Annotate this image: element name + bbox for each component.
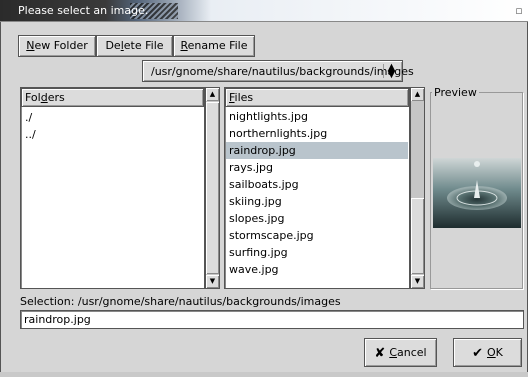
delete-file-button[interactable]: Delete File (96, 35, 173, 57)
cancel-button[interactable]: ✘ Cancel (364, 338, 437, 367)
close-icon[interactable]: ▫ (511, 4, 527, 18)
rename-file-button[interactable]: Rename File (173, 35, 255, 57)
ok-button[interactable]: ✔ OK (453, 338, 522, 367)
files-header-rest: iles (234, 91, 254, 104)
window-title: Please select an image. (18, 4, 149, 17)
cancel-x-icon: ✘ (374, 345, 386, 361)
path-value: /usr/gnome/share/nautilus/backgrounds/im… (151, 65, 414, 78)
cancel-mnemonic: C (389, 346, 397, 359)
file-item[interactable]: wave.jpg (226, 261, 408, 278)
file-item[interactable]: nightlights.jpg (226, 108, 408, 125)
folders-column-header[interactable]: Folders (21, 88, 204, 107)
ok-check-icon: ✔ (472, 345, 483, 361)
ok-label-rest: K (495, 346, 503, 359)
new-folder-label-rest: ew Folder (34, 39, 88, 52)
file-item-selected[interactable]: raindrop.jpg (226, 142, 408, 159)
scroll-down-arrow-icon[interactable]: ▼ (206, 275, 219, 288)
delete-label-rest: ete File (123, 39, 164, 52)
path-dropdown[interactable]: /usr/gnome/share/nautilus/backgrounds/im… (142, 60, 414, 82)
folders-header-pre: Fol (25, 91, 41, 104)
file-item[interactable]: slopes.jpg (226, 210, 408, 227)
scroll-up-arrow-icon[interactable]: ▲ (411, 88, 424, 101)
files-scroll-thumb[interactable] (411, 198, 424, 274)
new-folder-button[interactable]: New Folder (18, 35, 96, 57)
file-item[interactable]: rays.jpg (226, 159, 408, 176)
file-item[interactable]: sailboats.jpg (226, 176, 408, 193)
folders-scrollbar[interactable]: ▲ ▼ (205, 87, 220, 289)
folders-scroll-thumb[interactable] (206, 102, 219, 274)
file-item[interactable]: surfing.jpg (226, 244, 408, 261)
selection-path-label: Selection: /usr/gnome/share/nautilus/bac… (20, 295, 341, 308)
rename-label-rest: ename File (187, 39, 248, 52)
folder-item-parent[interactable]: ../ (22, 126, 202, 143)
file-item[interactable]: skiing.jpg (226, 193, 408, 210)
file-item[interactable]: northernlights.jpg (226, 125, 408, 142)
files-list: nightlights.jpg northernlights.jpg raind… (226, 108, 408, 288)
file-item[interactable]: stormscape.jpg (226, 227, 408, 244)
selection-input[interactable]: raindrop.jpg (20, 310, 524, 329)
preview-label: Preview (432, 86, 479, 99)
scroll-up-arrow-icon[interactable]: ▲ (206, 88, 219, 101)
files-column-header[interactable]: Files (225, 88, 409, 107)
rename-mnemonic: R (180, 39, 188, 52)
delete-label-pre: De (105, 39, 121, 52)
files-scroll-trough[interactable] (411, 102, 424, 198)
ok-mnemonic: O (487, 346, 496, 359)
folders-header-rest: ers (47, 91, 65, 104)
updown-arrows-icon[interactable]: ▲ ▼ (383, 63, 397, 80)
folders-header-mnemonic: d (40, 91, 48, 104)
scroll-down-arrow-icon[interactable]: ▼ (411, 275, 424, 288)
files-scrollbar[interactable]: ▲ ▼ (410, 87, 425, 289)
window-bottom-edge (0, 372, 528, 377)
folders-list: ./ ../ (22, 109, 202, 143)
cancel-label-rest: ancel (397, 346, 427, 359)
folder-item-current[interactable]: ./ (22, 109, 202, 126)
preview-image (433, 158, 521, 228)
